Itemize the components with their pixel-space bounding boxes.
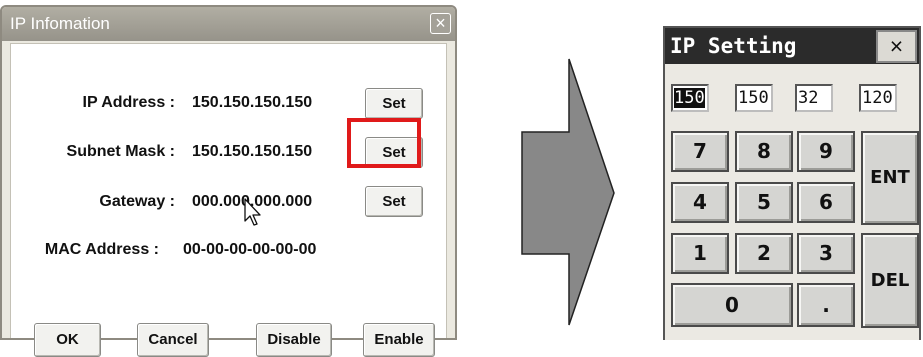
key-dot[interactable]: . [797,283,855,327]
ip-octet-4: 120 [862,88,893,108]
set-gateway-button[interactable]: Set [365,186,423,217]
ip-address-label: IP Address : [82,94,175,111]
enable-button[interactable]: Enable [363,323,435,357]
ip-octet-field-2[interactable]: 150 [735,84,773,112]
close-button[interactable]: × [430,13,451,34]
key-8[interactable]: 8 [735,131,793,172]
key-0[interactable]: 0 [671,283,793,327]
key-7[interactable]: 7 [671,131,729,172]
set-ip-address-button[interactable]: Set [365,88,423,119]
mac-address-value: 00-00-00-00-00-00 [183,241,317,258]
subnet-mask-value: 150.150.150.150 [192,143,313,160]
ip-address-value: 150.150.150.150 [192,94,313,111]
dialog-body: IP Address : 150.150.150.150 Set Subnet … [10,43,447,357]
key-3[interactable]: 3 [797,233,855,274]
highlight-box [347,118,421,168]
key-2[interactable]: 2 [735,233,793,274]
title-bar: IP Infomation × [2,7,455,41]
cancel-button[interactable]: Cancel [137,323,209,357]
ip-octet-3: 32 [798,88,819,108]
key-delete[interactable]: DEL [861,233,919,328]
key-5[interactable]: 5 [735,182,793,223]
ip-octet-field-3[interactable]: 32 [795,84,833,112]
mac-address-label: MAC Address : [44,241,159,258]
right-arrow-icon [521,58,615,326]
key-enter[interactable]: ENT [861,131,919,225]
dialog-title: IP Infomation [10,14,110,33]
key-9[interactable]: 9 [797,131,855,172]
close-button[interactable]: × [876,30,917,63]
ip-octet-2: 150 [738,88,769,108]
ip-octet-field-1[interactable]: 150 [671,84,709,112]
gateway-label: Gateway : [99,193,175,210]
dialog-title: IP Setting [670,34,797,58]
ok-button[interactable]: OK [34,323,101,357]
mouse-pointer-icon [244,198,261,226]
ip-octet-1: 150 [674,88,705,108]
disable-button[interactable]: Disable [256,323,332,357]
key-6[interactable]: 6 [797,182,855,223]
ip-octet-field-4[interactable]: 120 [859,84,897,112]
key-4[interactable]: 4 [671,182,729,223]
subnet-mask-label: Subnet Mask : [66,143,175,160]
key-1[interactable]: 1 [671,233,729,274]
ip-setting-dialog: IP Setting × 150 150 32 120 7 8 9 ENT 4 … [663,26,921,340]
ip-information-dialog: IP Infomation × IP Address : 150.150.150… [0,5,457,357]
title-bar: IP Setting × [665,28,919,64]
